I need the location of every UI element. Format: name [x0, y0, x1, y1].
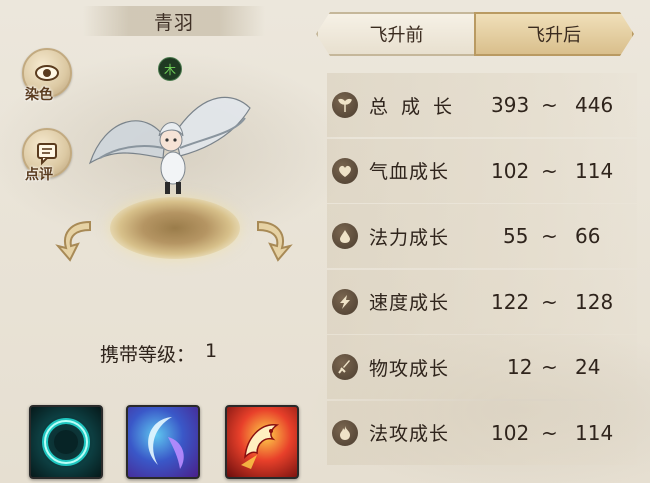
stat-min: 102 — [491, 158, 530, 183]
drop-icon — [332, 223, 358, 249]
carry-level: 携带等级： 1 — [100, 340, 217, 367]
tab-before-ascension[interactable]: 飞升前 — [316, 12, 476, 56]
rotate-left-icon — [55, 220, 91, 262]
review-label: 点评 — [25, 167, 53, 183]
crescent-skill-icon — [148, 417, 184, 469]
growth-icon — [332, 92, 358, 118]
stat-row-total-growth: 总成长 393 ~ 446 — [327, 73, 637, 137]
heart-icon — [332, 157, 358, 184]
skill-slot-1[interactable] — [29, 405, 103, 479]
stat-separator: ~ — [541, 420, 558, 445]
dye-label: 染色 — [25, 87, 53, 103]
stat-separator: ~ — [541, 289, 558, 314]
stat-max: 114 — [575, 158, 614, 183]
stat-label: 总成长 — [369, 95, 466, 118]
pet-name-banner: 青羽 — [83, 6, 265, 36]
stat-label: 气血成长 — [369, 161, 450, 183]
lightning-icon — [332, 288, 358, 315]
pet-model[interactable] — [85, 78, 255, 208]
flame-icon — [332, 419, 358, 446]
skill-slot-3[interactable] — [225, 405, 299, 479]
stat-min: 393 — [491, 93, 530, 117]
stat-separator: ~ — [541, 93, 558, 117]
tab-after-ascension[interactable]: 飞升后 — [474, 12, 634, 56]
carry-level-label: 携带等级： — [100, 344, 196, 366]
stat-separator: ~ — [541, 224, 558, 248]
phoenix-skill-icon — [241, 424, 280, 469]
stat-max: 128 — [575, 289, 614, 314]
stats-list: 总成长 393 ~ 446 气血成长 102 ~ 114 法力成长 55 ~ 6… — [327, 73, 637, 466]
stat-separator: ~ — [541, 158, 558, 183]
skill-slot-2[interactable] — [126, 405, 200, 479]
stat-min: 12 — [507, 355, 533, 379]
stat-row-magic-attack-growth: 法攻成长 102 ~ 114 — [327, 400, 637, 465]
rotate-right-icon — [257, 220, 293, 262]
comment-icon — [37, 143, 57, 166]
rotate-left-button[interactable] — [52, 214, 100, 266]
pet-name: 青羽 — [153, 11, 194, 34]
stat-label: 物攻成长 — [369, 357, 450, 380]
sword-icon — [332, 354, 358, 380]
stat-row-speed-growth: 速度成长 122 ~ 128 — [327, 269, 637, 334]
stat-row-physical-attack-growth: 物攻成长 12 ~ 24 — [327, 335, 637, 399]
ascension-tabs: 飞升前 飞升后 — [316, 12, 634, 56]
stat-max: 24 — [575, 355, 601, 379]
stat-max: 446 — [575, 93, 614, 117]
eye-icon — [35, 65, 59, 81]
carry-level-value: 1 — [205, 340, 218, 362]
stat-max: 114 — [575, 420, 614, 445]
stat-min: 122 — [491, 289, 530, 314]
stat-label: 法攻成长 — [369, 423, 450, 445]
stat-label: 速度成长 — [369, 292, 450, 314]
stat-row-hp-growth: 气血成长 102 ~ 114 — [327, 138, 637, 203]
ring-skill-icon — [42, 418, 90, 466]
rotate-right-button[interactable] — [248, 214, 296, 266]
stat-min: 102 — [491, 420, 530, 445]
stat-label: 法力成长 — [369, 226, 450, 249]
stat-row-mp-growth: 法力成长 55 ~ 66 — [327, 204, 637, 268]
stat-separator: ~ — [541, 355, 558, 379]
stat-max: 66 — [575, 224, 601, 248]
stat-min: 55 — [503, 224, 529, 248]
